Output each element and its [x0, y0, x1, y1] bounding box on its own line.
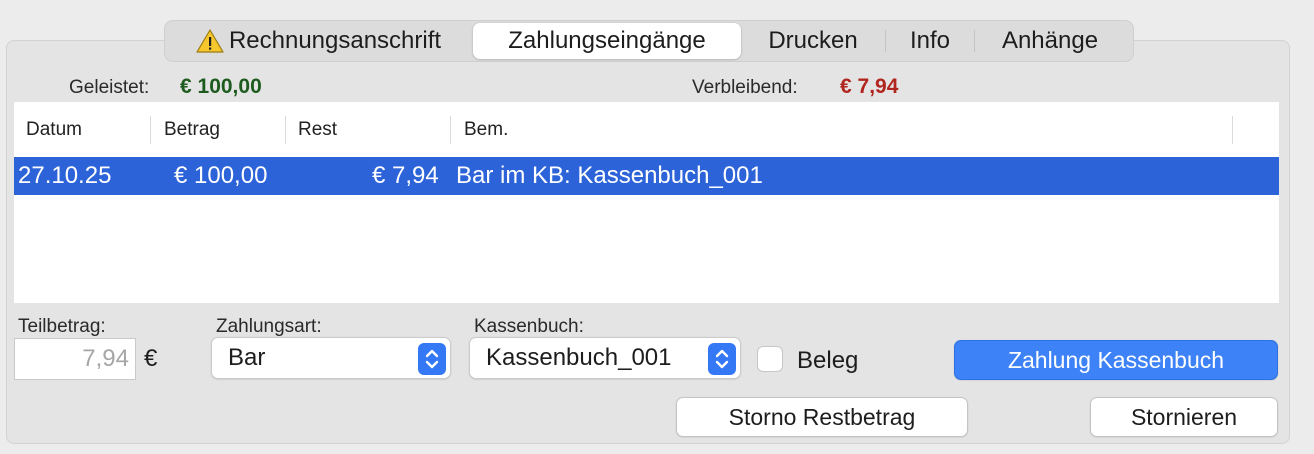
cell-rest: € 7,94 [372, 162, 439, 189]
kassenbuch-value: Kassenbuch_001 [486, 344, 672, 371]
cell-betrag: € 100,00 [174, 162, 268, 189]
tab-info[interactable]: Info [886, 23, 974, 59]
payments-table[interactable]: Datum Betrag Rest Bem. 27.10.25 € 100,00… [14, 102, 1279, 303]
button-label: Stornieren [1130, 403, 1238, 430]
kassenbuch-label: Kassenbuch: [474, 316, 584, 337]
tab-rechnungsanschrift[interactable]: Rechnungsanschrift [169, 23, 467, 59]
teilbetrag-value: 7,94 [82, 345, 129, 372]
beleg-label[interactable]: Beleg [797, 347, 858, 375]
tab-label: Drucken [768, 27, 858, 54]
column-divider[interactable] [285, 116, 286, 144]
paid-value: € 100,00 [180, 75, 262, 98]
kassenbuch-select[interactable]: Kassenbuch_001 [469, 337, 741, 379]
warning-icon [195, 28, 225, 54]
tab-bar: Rechnungsanschrift Zahlungseingänge Druc… [164, 20, 1134, 62]
chevron-up-down-icon [708, 343, 736, 375]
column-divider[interactable] [450, 116, 451, 144]
teilbetrag-label: Teilbetrag: [18, 316, 106, 337]
zahlungsart-select[interactable]: Bar [211, 337, 451, 379]
zahlungsart-value: Bar [228, 344, 266, 371]
column-divider[interactable] [1232, 116, 1233, 144]
chevron-up-down-icon [418, 343, 446, 375]
beleg-checkbox[interactable] [757, 346, 783, 372]
currency-symbol: € [144, 345, 158, 372]
tab-label: Zahlungseingänge [508, 27, 706, 54]
column-header-datum[interactable]: Datum [26, 102, 82, 158]
tab-anhaenge[interactable]: Anhänge [975, 23, 1125, 59]
button-label: Storno Restbetrag [728, 403, 916, 430]
column-divider[interactable] [150, 116, 151, 144]
teilbetrag-input[interactable]: 7,94 [14, 338, 136, 380]
tab-drucken[interactable]: Drucken [741, 23, 885, 59]
column-header-bem[interactable]: Bem. [464, 102, 508, 158]
stornieren-button[interactable]: Stornieren [1090, 397, 1278, 437]
paid-label: Geleistet: [69, 77, 150, 98]
cell-bem: Bar im KB: Kassenbuch_001 [456, 162, 763, 189]
storno-restbetrag-button[interactable]: Storno Restbetrag [676, 397, 968, 437]
tab-zahlungseingaenge[interactable]: Zahlungseingänge [473, 23, 741, 59]
tab-label: Rechnungsanschrift [228, 27, 442, 54]
button-label: Zahlung Kassenbuch [1007, 346, 1225, 373]
column-header-rest[interactable]: Rest [298, 102, 337, 158]
column-header-betrag[interactable]: Betrag [164, 102, 220, 158]
tab-label: Anhänge [1001, 27, 1099, 54]
tab-label: Info [909, 27, 951, 54]
remaining-value: € 7,94 [840, 75, 899, 98]
remaining-label: Verbleibend: [692, 77, 798, 98]
zahlungsart-label: Zahlungsart: [216, 316, 322, 337]
zahlung-kassenbuch-button[interactable]: Zahlung Kassenbuch [954, 340, 1278, 380]
cell-datum: 27.10.25 [18, 162, 112, 189]
table-row[interactable]: 27.10.25 € 100,00 € 7,94 Bar im KB: Kass… [14, 157, 1279, 195]
